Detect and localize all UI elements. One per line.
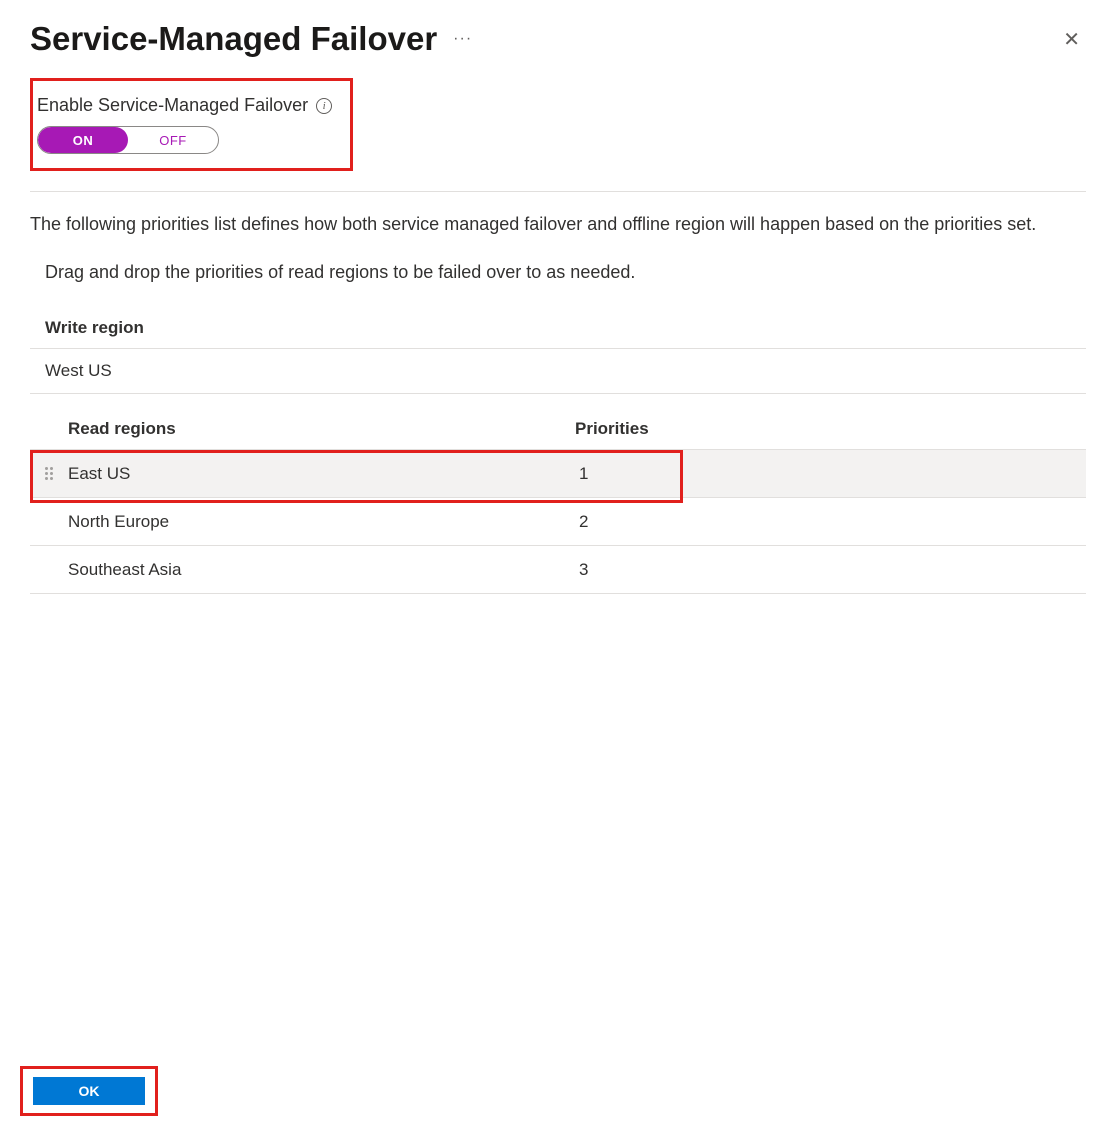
footer: OK bbox=[20, 1066, 158, 1116]
enable-failover-section: Enable Service-Managed Failover i ON OFF bbox=[30, 78, 353, 171]
region-row-wrapper: East US 1 bbox=[30, 450, 1086, 498]
read-region-row[interactable]: North Europe 2 bbox=[30, 498, 1086, 546]
write-region-value: West US bbox=[30, 349, 1086, 394]
region-name: East US bbox=[60, 464, 575, 484]
priorities-description: The following priorities list defines ho… bbox=[30, 212, 1086, 237]
region-priority: 3 bbox=[575, 560, 588, 580]
ok-button[interactable]: OK bbox=[33, 1077, 145, 1105]
drag-handle-icon[interactable] bbox=[38, 546, 60, 593]
read-region-row[interactable]: East US 1 bbox=[30, 450, 1086, 498]
drag-handle-icon[interactable] bbox=[38, 450, 60, 497]
region-priority: 2 bbox=[575, 512, 588, 532]
enable-failover-label: Enable Service-Managed Failover bbox=[37, 95, 308, 116]
read-regions-column-header: Read regions bbox=[30, 419, 575, 439]
read-regions-header: Read regions Priorities bbox=[30, 394, 1086, 450]
panel-content: Enable Service-Managed Failover i ON OFF… bbox=[0, 68, 1116, 594]
more-options-icon[interactable]: ··· bbox=[453, 30, 472, 48]
drag-instruction: Drag and drop the priorities of read reg… bbox=[30, 262, 1086, 283]
priorities-column-header: Priorities bbox=[575, 419, 649, 439]
region-priority: 1 bbox=[575, 464, 588, 484]
enable-failover-toggle[interactable]: ON OFF bbox=[37, 126, 219, 154]
page-title: Service-Managed Failover bbox=[30, 20, 437, 58]
drag-handle-icon[interactable] bbox=[38, 498, 60, 545]
title-group: Service-Managed Failover ··· bbox=[30, 20, 472, 58]
toggle-on-option[interactable]: ON bbox=[38, 127, 128, 153]
divider bbox=[30, 191, 1086, 192]
region-name: North Europe bbox=[60, 512, 575, 532]
info-icon[interactable]: i bbox=[316, 98, 332, 114]
panel-header: Service-Managed Failover ··· ✕ bbox=[0, 0, 1116, 68]
close-icon[interactable]: ✕ bbox=[1057, 21, 1086, 58]
enable-label-row: Enable Service-Managed Failover i bbox=[37, 95, 332, 116]
read-region-row[interactable]: Southeast Asia 3 bbox=[30, 546, 1086, 594]
write-region-label: Write region bbox=[30, 308, 1086, 349]
region-name: Southeast Asia bbox=[60, 560, 575, 580]
toggle-off-option[interactable]: OFF bbox=[128, 127, 218, 153]
